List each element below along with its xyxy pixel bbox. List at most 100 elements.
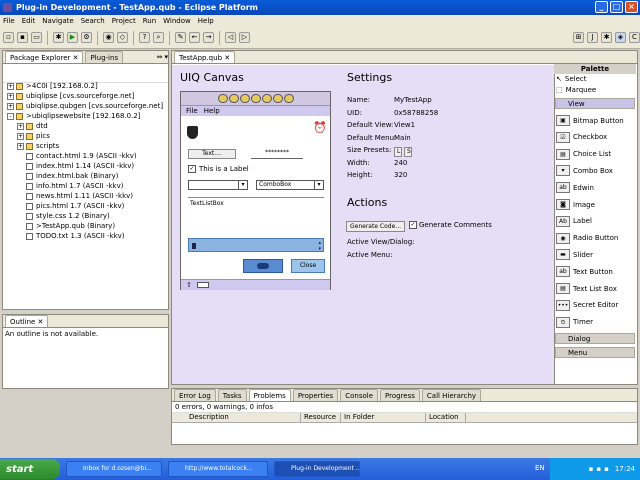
column-header[interactable]: Location <box>426 413 466 422</box>
tab-plugins[interactable]: Plug-ins <box>85 51 124 63</box>
palette-item[interactable]: ▤ Choice List <box>556 148 611 160</box>
device-close-button[interactable]: Close <box>291 259 325 273</box>
perspective-plugin-icon[interactable]: ◈ <box>615 32 626 43</box>
tree-item-project[interactable]: + ubiqlipse.qubgen [cvs.sourceforge.net] <box>7 101 163 111</box>
palette-item[interactable]: ◙ Image <box>556 199 595 210</box>
tree-item-project[interactable]: + ubiqlipse [cvs.sourceforge.net] <box>7 91 134 101</box>
view-menu-icon[interactable]: ▾ <box>164 53 168 61</box>
tree-item-file[interactable]: contact.html 1.9 (ASCII -kkv) <box>17 151 137 161</box>
collapse-all-icon[interactable]: ⇔ <box>157 53 163 61</box>
shield-icon[interactable] <box>187 126 198 139</box>
palette-item[interactable]: ▬ Slider <box>556 249 593 261</box>
device-choice-list[interactable]: ▾ <box>188 180 248 190</box>
external-tools-icon[interactable]: ⚙ <box>81 32 92 43</box>
tab-package-explorer[interactable]: Package Explorer ✕ <box>5 51 84 63</box>
expand-icon[interactable]: + <box>17 132 24 140</box>
bottom-tab[interactable]: Error Log <box>174 389 216 401</box>
menu-project[interactable]: Project <box>112 17 136 25</box>
settings-value[interactable]: View1 <box>394 121 415 129</box>
expand-icon[interactable]: + <box>7 82 14 90</box>
tree-item-folder[interactable]: + dtd <box>17 121 48 131</box>
expand-icon[interactable]: + <box>17 122 24 130</box>
print-icon[interactable]: ▭ <box>31 32 42 43</box>
menu-file[interactable]: File <box>3 17 15 25</box>
taskbar-item-browser[interactable]: http://www.totalcock... <box>168 461 268 477</box>
perspective-cvs-icon[interactable]: C <box>629 32 640 43</box>
tree-item-file[interactable]: style.css 1.2 (Binary) <box>17 211 110 221</box>
preset-large-button[interactable]: L <box>394 147 402 157</box>
device-menu-help[interactable]: Help <box>204 107 220 115</box>
palette-item[interactable]: ☑ Checkbox <box>556 131 607 143</box>
debug-icon[interactable]: ✱ <box>53 32 64 43</box>
tree-item-folder[interactable]: + scripts <box>17 141 59 151</box>
language-indicator[interactable]: EN <box>535 464 545 472</box>
bottom-tab[interactable]: Console <box>340 389 379 401</box>
tree-item-project[interactable]: - >ubiqlipsewebsite [192.168.0.2] <box>7 111 141 121</box>
preset-small-button[interactable]: S <box>404 147 412 157</box>
device-combo-box[interactable]: ComboBox ▾ <box>256 180 324 190</box>
menu-run[interactable]: Run <box>143 17 156 25</box>
open-perspective-icon[interactable]: ⊞ <box>573 32 584 43</box>
bottom-tab[interactable]: Call Hierarchy <box>421 389 482 401</box>
settings-value[interactable]: 240 <box>394 159 407 167</box>
tree-item-file[interactable]: index.html 1.14 (ASCII -kkv) <box>17 161 134 171</box>
palette-marquee[interactable]: ⬚ Marquee <box>556 86 596 94</box>
tree-item-folder[interactable]: + pics <box>17 131 50 141</box>
bottom-tab[interactable]: Problems <box>248 389 291 401</box>
palette-item[interactable]: ••• Secret Editor <box>556 299 618 311</box>
forward-icon[interactable]: → <box>203 32 214 43</box>
generate-comments-checkbox[interactable]: ✓ <box>409 221 417 229</box>
device-slider[interactable]: ▴ ▾ <box>188 238 324 252</box>
new-icon[interactable]: ▫ <box>3 32 14 43</box>
column-header[interactable]: Description <box>186 413 301 422</box>
run-icon[interactable]: ▶ <box>67 32 78 43</box>
save-icon[interactable]: ▪ <box>17 32 28 43</box>
maximize-button[interactable]: □ <box>610 1 623 13</box>
tray-icon[interactable]: ▪ <box>589 465 594 473</box>
menu-search[interactable]: Search <box>81 17 105 25</box>
bottom-tab[interactable]: Progress <box>380 389 420 401</box>
minimize-button[interactable]: _ <box>595 1 608 13</box>
palette-item[interactable]: ◉ Radio Button <box>556 232 618 244</box>
keyboard-icon[interactable] <box>197 282 209 288</box>
generate-code-button[interactable]: Generate Code... <box>346 221 406 232</box>
menu-help[interactable]: Help <box>198 17 214 25</box>
settings-value[interactable]: MyTestApp <box>394 96 432 104</box>
taskbar-item-eclipse[interactable]: Plug-in Development ... <box>274 461 360 477</box>
menu-window[interactable]: Window <box>163 17 191 25</box>
collapse-icon[interactable]: - <box>7 112 14 120</box>
palette-item[interactable]: Ab Label <box>556 215 592 227</box>
tree-item-file[interactable]: news.html 1.11 (ASCII -kkv) <box>17 191 133 201</box>
settings-value[interactable]: 0x58788258 <box>394 109 438 117</box>
tree-item-project[interactable]: + >4C0I [192.168.0.2] <box>7 81 98 91</box>
device-bitmap-button[interactable] <box>243 259 283 273</box>
settings-value[interactable]: 320 <box>394 171 407 179</box>
palette-item[interactable]: ▣ Bitmap Button <box>556 115 624 126</box>
help-icon[interactable]: ? <box>139 32 150 43</box>
palette-category-view[interactable]: View <box>555 98 635 109</box>
new-class-icon[interactable]: ◉ <box>103 32 114 43</box>
palette-item[interactable]: ▤ Text List Box <box>556 283 617 294</box>
perspective-java-icon[interactable]: J <box>587 32 598 43</box>
palette-category-menu[interactable]: Menu <box>555 347 635 358</box>
tray-icon[interactable]: ▪ <box>604 465 609 473</box>
palette-item[interactable]: ab Text Button <box>556 266 613 278</box>
device-checkbox[interactable]: ✓ <box>188 165 196 173</box>
menu-navigate[interactable]: Navigate <box>42 17 73 25</box>
search-icon[interactable]: ⌕ <box>153 32 164 43</box>
tree-item-file[interactable]: info.html 1.7 (ASCII -kkv) <box>17 181 123 191</box>
expand-icon[interactable]: + <box>7 92 14 100</box>
annotation-icon[interactable]: ✎ <box>175 32 186 43</box>
tree-item-file[interactable]: index.html.bak (Binary) <box>17 171 119 181</box>
open-type-icon[interactable]: ◇ <box>117 32 128 43</box>
taskbar-item-inbox[interactable]: Inbox for d.ozsen@bi... <box>66 461 162 477</box>
start-button[interactable]: start <box>0 459 60 479</box>
perspective-debug-icon[interactable]: ✱ <box>601 32 612 43</box>
device-menu-file[interactable]: File <box>186 107 198 115</box>
expand-icon[interactable]: + <box>7 102 14 110</box>
nav-next-icon[interactable]: ▷ <box>239 32 250 43</box>
menu-edit[interactable]: Edit <box>22 17 36 25</box>
tab-testapp[interactable]: TestApp.qub ✕ <box>174 51 236 63</box>
column-header[interactable]: Resource <box>301 413 341 422</box>
tab-outline[interactable]: Outline ✕ <box>5 315 49 327</box>
